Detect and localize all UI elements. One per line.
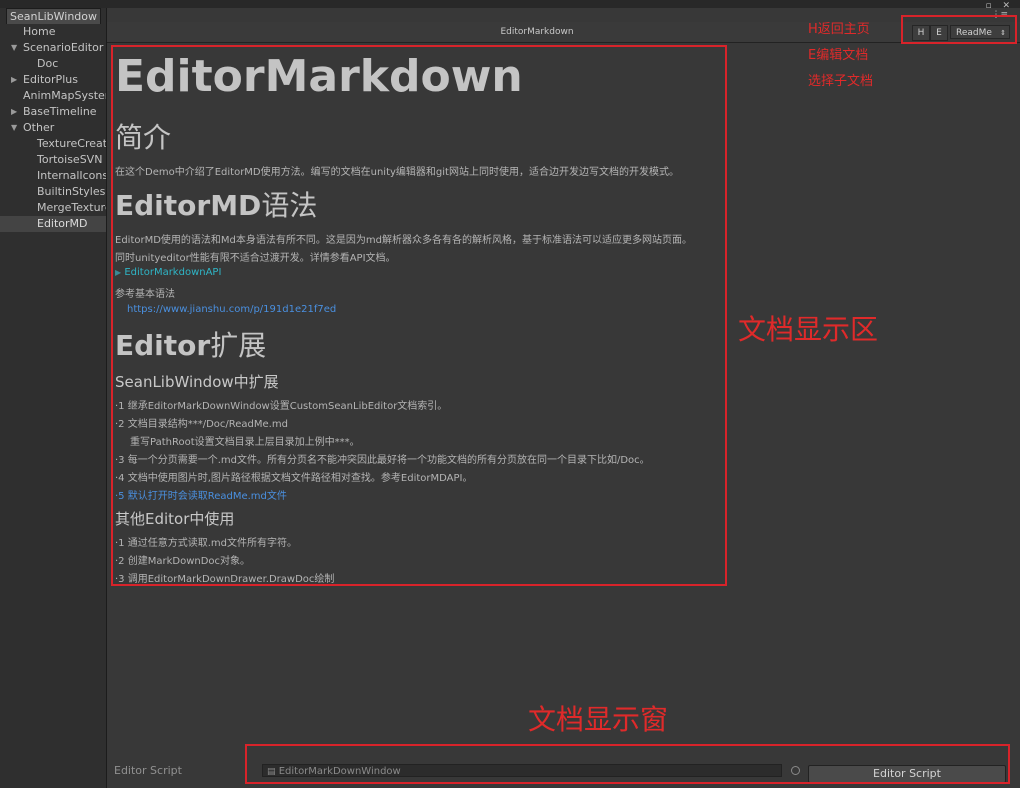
sidebar-item-label: AnimMapSystem	[23, 89, 106, 102]
sidebar-item-editorplus[interactable]: ▶ EditorPlus	[0, 72, 106, 88]
annotation-edit: E编辑文档	[808, 48, 869, 63]
sidebar-item-tortoisesvn[interactable]: TortoiseSVN	[0, 152, 106, 168]
annotation-doc-window: 文档显示窗	[528, 703, 669, 736]
sidebar-tree: Home ▼ ScenarioEditor Doc ▶ EditorPlus AnimMap…	[0, 24, 106, 232]
sidebar-item-scenarioeditor[interactable]: ▼ ScenarioEditor	[0, 40, 106, 56]
doc-window-annotation-box	[245, 744, 1010, 784]
sidebar-item-mergetexture[interactable]: MergeTexture	[0, 200, 106, 216]
sidebar-item-builtinstyles[interactable]: BuiltinStyles	[0, 184, 106, 200]
chevron-down-icon[interactable]: ▼	[11, 120, 17, 136]
chevron-down-icon[interactable]: ▼	[11, 40, 17, 56]
sidebar-item-label: BaseTimeline	[23, 105, 97, 118]
sidebar-item-doc[interactable]: Doc	[0, 56, 106, 72]
sidebar-item-texturecreator[interactable]: TextureCreator	[0, 136, 106, 152]
sidebar-item-animmapsystem[interactable]: AnimMapSystem	[0, 88, 106, 104]
sidebar-item-other[interactable]: ▼ Other	[0, 120, 106, 136]
window-tab[interactable]: SeanLibWindow	[6, 8, 102, 24]
annotation-doc-area: 文档显示区	[738, 313, 879, 346]
sidebar-item-label: EditorMD	[37, 217, 88, 230]
sidebar: SeanLibWindow Home ▼ ScenarioEditor Doc ▶ Edi…	[0, 8, 107, 788]
sidebar-item-label: Home	[23, 25, 56, 38]
content-header: EditorMarkdown	[107, 22, 1020, 43]
sidebar-item-editormd[interactable]: EditorMD	[0, 216, 106, 232]
sidebar-item-label: Doc	[37, 57, 59, 70]
sidebar-item-label: BuiltinStyles	[37, 185, 106, 198]
sidebar-item-label: EditorPlus	[23, 73, 78, 86]
sidebar-item-label: TortoiseSVN	[37, 153, 103, 166]
sidebar-item-label: MergeTexture	[37, 201, 106, 214]
header-buttons-annotation-box	[901, 15, 1017, 44]
window-titlebar	[0, 0, 1020, 8]
chevron-right-icon[interactable]: ▶	[11, 72, 17, 88]
sidebar-item-label: Other	[23, 121, 55, 134]
sidebar-item-label: InternalIcons	[37, 169, 106, 182]
sidebar-item-internalicons[interactable]: InternalIcons	[0, 168, 106, 184]
editor-script-label: Editor Script	[114, 764, 182, 777]
doc-area-annotation-box	[111, 45, 727, 586]
chevron-right-icon[interactable]: ▶	[11, 104, 17, 120]
sidebar-item-label: ScenarioEditor	[23, 41, 104, 54]
sidebar-item-label: TextureCreator	[37, 137, 106, 150]
sidebar-item-basetimeline[interactable]: ▶ BaseTimeline	[0, 104, 106, 120]
annotation-select: 选择子文档	[808, 74, 874, 89]
annotation-home: H返回主页	[808, 22, 870, 37]
sidebar-item-home[interactable]: Home	[0, 24, 106, 40]
